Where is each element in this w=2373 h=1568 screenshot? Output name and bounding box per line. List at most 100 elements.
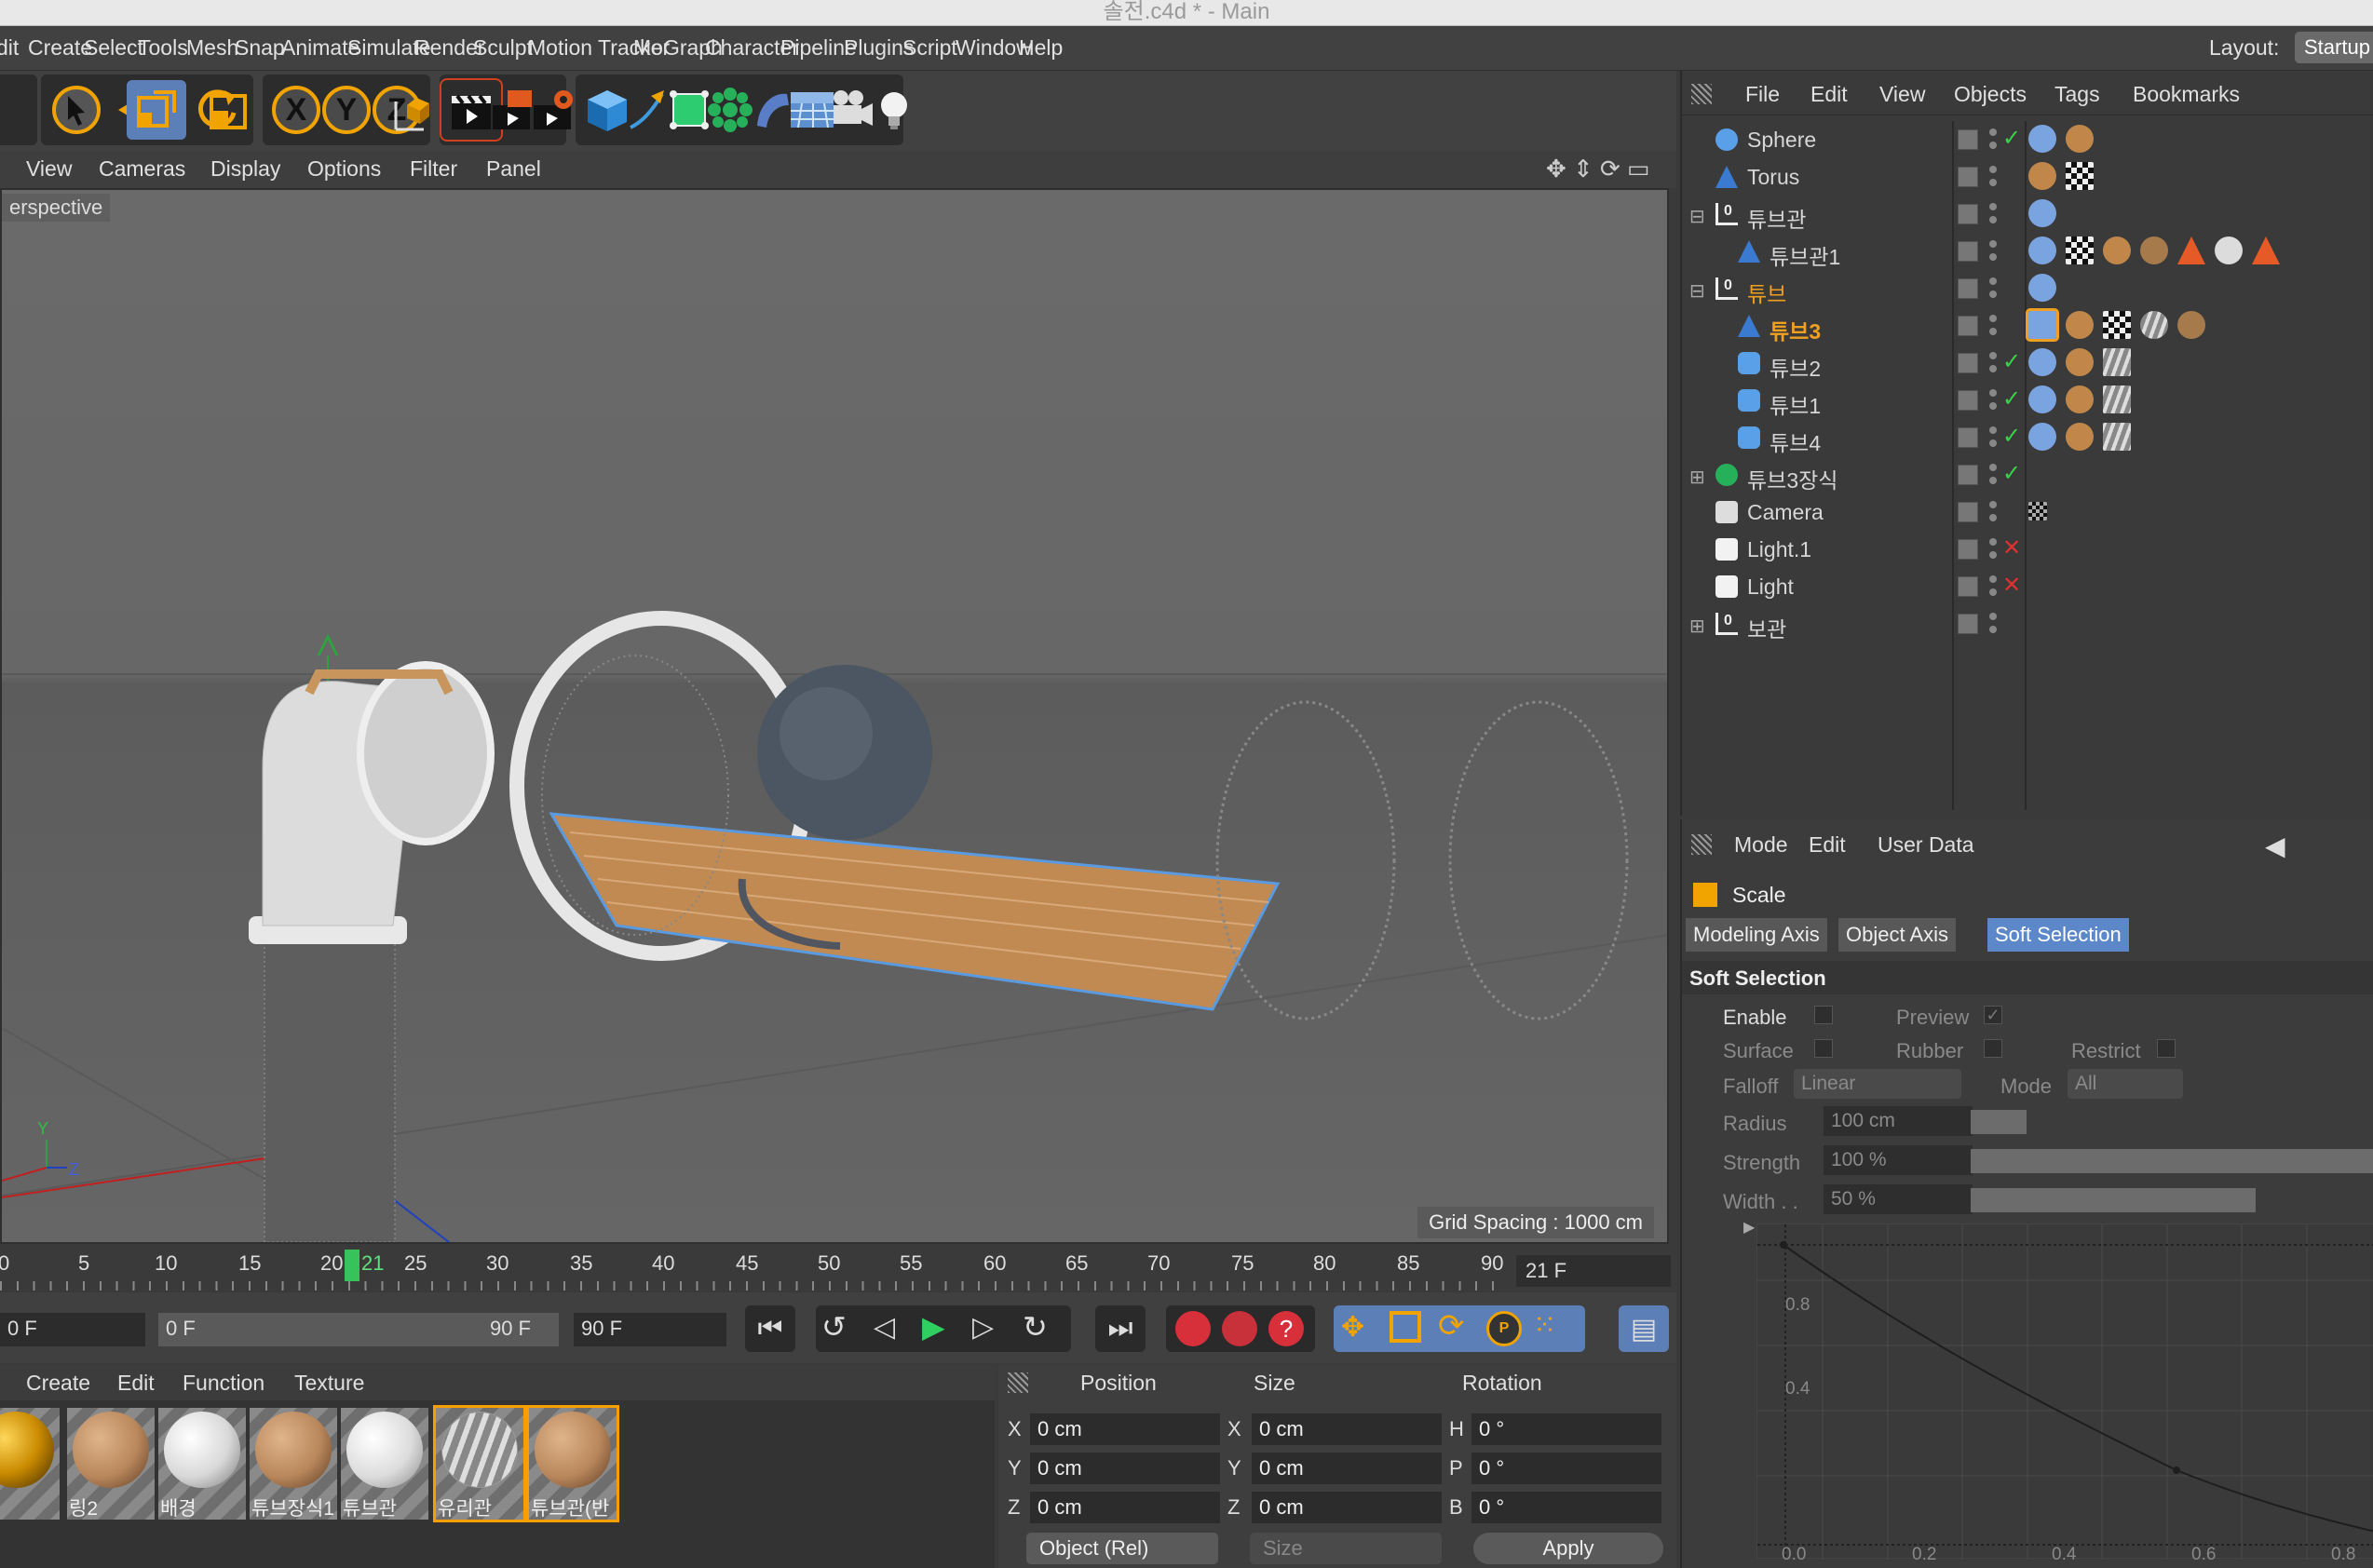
editor-render-dots[interactable] bbox=[1989, 387, 1997, 413]
end-frame-field[interactable]: 90 F bbox=[574, 1313, 726, 1346]
attribute-menu-user-data[interactable]: User Data bbox=[1878, 832, 1974, 858]
material-swatch[interactable]: 배경 bbox=[158, 1408, 246, 1520]
disabled-cross-icon[interactable]: ✕ bbox=[2002, 572, 2021, 599]
object-menu-edit[interactable]: Edit bbox=[1810, 82, 1848, 107]
visibility-toggle[interactable] bbox=[1958, 204, 1978, 224]
panel-grip-icon[interactable] bbox=[1691, 84, 1712, 104]
elbow-pipe-opening[interactable] bbox=[357, 661, 495, 845]
texture-tag-icon[interactable] bbox=[2066, 423, 2094, 451]
size-y-field[interactable]: 0 cm bbox=[1252, 1453, 1442, 1484]
position-x-field[interactable]: 0 cm bbox=[1030, 1413, 1220, 1445]
object-row-light-1[interactable]: Light.1 ✕ bbox=[1682, 531, 2373, 568]
visibility-toggle[interactable] bbox=[1958, 502, 1978, 522]
enabled-check-icon[interactable]: ✓ bbox=[2002, 348, 2021, 375]
render-settings-button[interactable] bbox=[523, 80, 583, 140]
menu-sculpt[interactable]: Sculpt bbox=[473, 35, 533, 61]
key-param-button[interactable]: P bbox=[1486, 1311, 1522, 1346]
texture-tag-icon[interactable] bbox=[2028, 237, 2056, 264]
object-row-camera[interactable]: Camera bbox=[1682, 493, 2373, 531]
object-row-tube-pipe[interactable]: ⊟ 0 튜브관 bbox=[1682, 196, 2373, 233]
visibility-toggle[interactable] bbox=[1958, 316, 1978, 336]
expand-icon[interactable]: ⊞ bbox=[1689, 615, 1705, 638]
size-z-field[interactable]: 0 cm bbox=[1252, 1492, 1442, 1523]
current-frame-field[interactable]: 21 F bbox=[1516, 1255, 1671, 1287]
coordinate-mode-select[interactable]: Object (Rel) bbox=[1026, 1533, 1218, 1564]
start-frame-field[interactable]: 0 F bbox=[0, 1313, 145, 1346]
material-swatch[interactable]: 튜브장식1 bbox=[250, 1408, 337, 1520]
record-button[interactable] bbox=[1175, 1311, 1211, 1346]
size-x-field[interactable]: 0 cm bbox=[1252, 1413, 1442, 1445]
enabled-check-icon[interactable]: ✓ bbox=[2002, 460, 2021, 487]
tab-modeling-axis[interactable]: Modeling Axis bbox=[1686, 918, 1827, 952]
keyframe-selection-button[interactable]: ? bbox=[1268, 1311, 1304, 1346]
key-pla-button[interactable]: ⁙ bbox=[1533, 1309, 1556, 1342]
visibility-toggle[interactable] bbox=[1958, 167, 1978, 187]
rotation-h-field[interactable]: 0 ° bbox=[1471, 1413, 1661, 1445]
position-z-field[interactable]: 0 cm bbox=[1030, 1492, 1220, 1523]
material-swatch[interactable]: 튜브관 bbox=[341, 1408, 428, 1520]
menu-snap[interactable]: Snap bbox=[235, 35, 285, 61]
material-tag-icon[interactable] bbox=[2140, 237, 2168, 264]
object-row-tube-3[interactable]: 튜브3 bbox=[1682, 307, 2373, 345]
viewport-menu-display[interactable]: Display bbox=[210, 156, 280, 182]
texture-tag-icon[interactable] bbox=[2028, 199, 2056, 227]
checker-tag-icon[interactable] bbox=[2066, 162, 2094, 190]
move-gizmo-arrow[interactable] bbox=[317, 633, 339, 656]
3d-viewport[interactable]: erspective Y Z Grid Spacing: 1000 cm bbox=[0, 188, 1669, 1244]
enabled-check-icon[interactable]: ✓ bbox=[2002, 423, 2021, 450]
visibility-toggle[interactable] bbox=[1958, 390, 1978, 411]
editor-render-dots[interactable] bbox=[1989, 127, 1997, 153]
width-slider[interactable] bbox=[1971, 1188, 2256, 1212]
prev-frame-button[interactable]: ◁ bbox=[874, 1311, 895, 1344]
editor-render-dots[interactable] bbox=[1989, 499, 1997, 525]
checker-tag-icon[interactable] bbox=[2103, 311, 2131, 339]
expand-icon[interactable]: ⊞ bbox=[1689, 466, 1705, 489]
apply-button[interactable]: Apply bbox=[1473, 1533, 1663, 1564]
material-tag-icon[interactable] bbox=[2177, 311, 2205, 339]
panel-grip-icon[interactable] bbox=[1008, 1372, 1028, 1393]
editor-render-dots[interactable] bbox=[1989, 574, 1997, 600]
key-scale-button[interactable] bbox=[1390, 1311, 1421, 1343]
falloff-graph[interactable]: 0.8 0.4 0.0 0.2 0.4 0.6 0.8 bbox=[1756, 1223, 2373, 1564]
visibility-toggle[interactable] bbox=[1958, 241, 1978, 262]
graph-collapse-icon[interactable]: ▶ bbox=[1743, 1218, 1755, 1237]
viewport-navigation-icons[interactable]: ✥ ⇕ ⟳ ▭ bbox=[1546, 155, 1650, 183]
strength-field[interactable]: 100 % bbox=[1824, 1145, 1973, 1175]
material-menu-texture[interactable]: Texture bbox=[294, 1371, 364, 1396]
disabled-cross-icon[interactable]: ✕ bbox=[2002, 534, 2021, 561]
tab-soft-selection[interactable]: Soft Selection bbox=[1987, 918, 2129, 952]
object-row-sphere[interactable]: Sphere ✓ bbox=[1682, 121, 2373, 158]
selection-tag-icon[interactable] bbox=[2177, 237, 2205, 264]
glass-tube-front[interactable] bbox=[1215, 700, 1396, 1021]
object-row-tube-pipe-1[interactable]: 튜브관1 bbox=[1682, 233, 2373, 270]
scene-render[interactable]: Y Z bbox=[2, 190, 1669, 1242]
timeline-window-button[interactable]: ▤ bbox=[1619, 1305, 1669, 1352]
visibility-toggle[interactable] bbox=[1958, 614, 1978, 634]
texture-tag-icon[interactable] bbox=[2066, 125, 2094, 153]
next-frame-button[interactable]: ▷ bbox=[972, 1311, 994, 1344]
texture-tag-icon[interactable] bbox=[2103, 237, 2131, 264]
go-to-start-button[interactable]: ⏮ bbox=[745, 1305, 795, 1352]
viewport-menu-options[interactable]: Options bbox=[307, 156, 381, 182]
material-tag-icon[interactable] bbox=[2103, 348, 2131, 376]
half-tube-selected[interactable] bbox=[549, 812, 1281, 1011]
visibility-toggle[interactable] bbox=[1958, 465, 1978, 485]
menu-tools[interactable]: Tools bbox=[138, 35, 188, 61]
editor-render-dots[interactable] bbox=[1989, 536, 1997, 562]
material-swatch-selected[interactable]: 유리관 bbox=[433, 1405, 526, 1522]
material-menu-create[interactable]: Create bbox=[26, 1371, 90, 1396]
autokey-button[interactable] bbox=[1222, 1311, 1257, 1346]
checker-tag-icon[interactable] bbox=[2066, 237, 2094, 264]
material-menu-function[interactable]: Function bbox=[183, 1371, 264, 1396]
texture-tag-icon[interactable] bbox=[2066, 348, 2094, 376]
texture-tag-icon[interactable] bbox=[2028, 423, 2056, 451]
object-menu-bookmarks[interactable]: Bookmarks bbox=[2133, 82, 2240, 107]
texture-tag-icon[interactable] bbox=[2028, 348, 2056, 376]
material-menu-edit[interactable]: Edit bbox=[117, 1371, 155, 1396]
collapse-icon[interactable]: ⊟ bbox=[1689, 205, 1705, 228]
object-row-torus[interactable]: Torus bbox=[1682, 158, 2373, 196]
material-swatch-selected[interactable]: 튜브관(반 bbox=[526, 1405, 619, 1522]
collapse-icon[interactable]: ⊟ bbox=[1689, 279, 1705, 303]
frame-range-slider[interactable]: 0 F 90 F bbox=[158, 1313, 559, 1346]
texture-tag-icon-selected[interactable] bbox=[2026, 308, 2059, 342]
